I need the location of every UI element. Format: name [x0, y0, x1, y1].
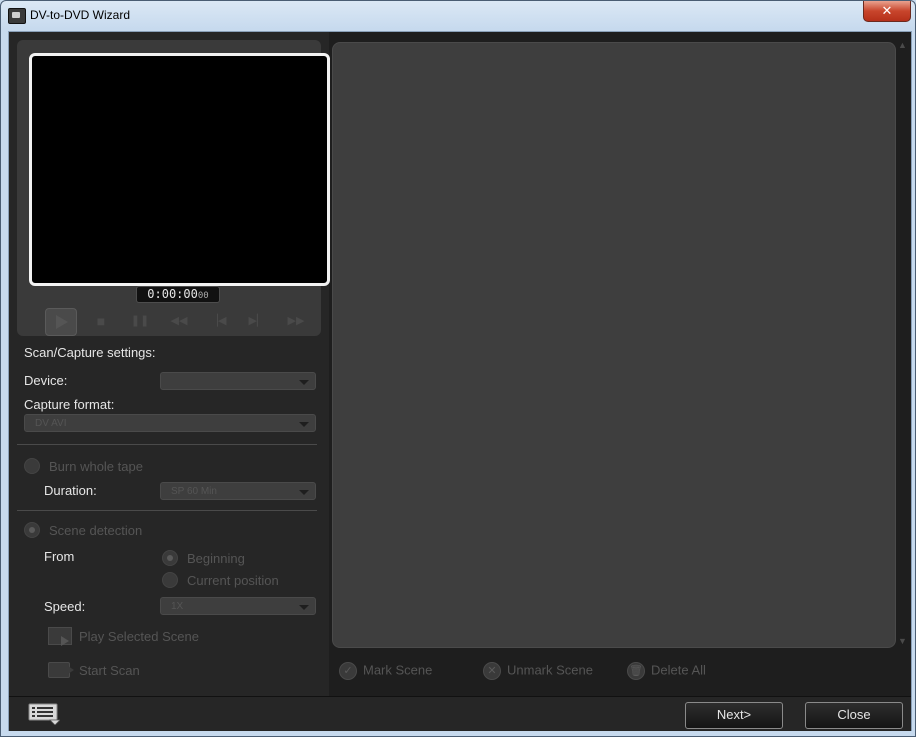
next-frame-button[interactable]: ▶▏ [242, 308, 272, 334]
next-button[interactable]: Next> [685, 702, 783, 729]
close-button[interactable]: Close [805, 702, 903, 729]
left-panel: 0:00:0000 ■ ❚❚ ◀◀ ▕◀ ▶▏ ▶▶ Scan/Capture … [9, 32, 330, 696]
checkmark-icon: ✓ [339, 662, 357, 680]
scene-detection-radio[interactable] [24, 522, 40, 538]
delete-all-label: Delete All [651, 662, 706, 678]
duration-value: SP 60 Min [171, 486, 217, 497]
mark-scene-label: Mark Scene [363, 662, 433, 678]
chevron-down-icon [299, 490, 309, 495]
chevron-down-icon [299, 380, 309, 385]
camcorder-icon [48, 662, 74, 678]
divider [17, 510, 317, 511]
scroll-down-arrow-icon[interactable]: ▼ [898, 636, 907, 646]
burn-whole-tape-label: Burn whole tape [49, 459, 143, 474]
speed-select[interactable]: 1X [160, 597, 316, 615]
scan-capture-settings-heading: Scan/Capture settings: [24, 345, 156, 360]
preview-panel: 0:00:0000 ■ ❚❚ ◀◀ ▕◀ ▶▏ ▶▶ [17, 40, 330, 336]
timecode-frames: 00 [197, 291, 209, 301]
scroll-up-arrow-icon[interactable]: ▲ [898, 40, 907, 50]
pause-button[interactable]: ❚❚ [125, 308, 155, 334]
footer-bar: Next> Close [9, 696, 911, 731]
play-button[interactable] [45, 308, 77, 336]
duration-select[interactable]: SP 60 Min [160, 482, 316, 500]
capture-format-select[interactable]: DV AVI [24, 414, 316, 432]
options-list-icon[interactable] [28, 703, 60, 725]
timecode-main: 0:00:00 [147, 287, 198, 301]
chevron-down-icon [299, 422, 309, 427]
play-selected-scene-button[interactable]: Play Selected Scene [79, 629, 199, 644]
capture-format-value: DV AVI [35, 418, 67, 429]
previous-frame-button[interactable]: ▕◀ [203, 308, 233, 334]
speed-label: Speed: [44, 599, 86, 614]
divider [17, 444, 317, 445]
x-circle-icon: ✕ [483, 662, 501, 680]
unmark-scene-label: Unmark Scene [507, 662, 593, 678]
burn-whole-tape-radio[interactable] [24, 458, 40, 474]
from-label: From [44, 549, 75, 564]
rewind-button[interactable]: ◀◀ [164, 308, 194, 334]
from-beginning-label: Beginning [187, 551, 245, 566]
fast-forward-button[interactable]: ▶▶ [281, 308, 311, 334]
window-title: DV-to-DVD Wizard [30, 8, 131, 22]
unmark-scene-button[interactable]: ✕ Unmark Scene [483, 662, 593, 682]
duration-label: Duration: [44, 483, 97, 498]
device-select[interactable] [160, 372, 316, 390]
mark-scene-button[interactable]: ✓ Mark Scene [339, 662, 432, 682]
from-beginning-radio[interactable] [162, 550, 178, 566]
stop-button[interactable]: ■ [86, 308, 116, 334]
chevron-down-icon [299, 605, 309, 610]
trash-icon: 🗑 [627, 662, 645, 680]
title-bar: DV-to-DVD Wizard ✕ [1, 1, 915, 31]
timecode-display[interactable]: 0:00:0000 [136, 286, 220, 303]
camcorder-app-icon [8, 8, 26, 24]
speed-value: 1X [171, 601, 184, 612]
delete-all-button[interactable]: 🗑 Delete All [627, 662, 706, 682]
from-current-position-label: Current position [187, 573, 279, 588]
device-label: Device: [24, 373, 68, 388]
start-scan-button[interactable]: Start Scan [79, 663, 140, 678]
video-preview-screen [29, 53, 330, 286]
from-current-position-radio[interactable] [162, 572, 178, 588]
scene-list-panel[interactable] [332, 42, 896, 648]
wizard-client-area: 0:00:0000 ■ ❚❚ ◀◀ ▕◀ ▶▏ ▶▶ Scan/Capture … [8, 31, 912, 731]
capture-format-label: Capture format: [24, 397, 115, 412]
wizard-window: DV-to-DVD Wizard ✕ 0:00:0000 ■ ❚❚ ◀◀ ▕◀ … [0, 0, 916, 737]
window-close-button[interactable]: ✕ [863, 1, 911, 22]
film-play-icon [48, 627, 72, 646]
scene-detection-label: Scene detection [49, 523, 143, 538]
